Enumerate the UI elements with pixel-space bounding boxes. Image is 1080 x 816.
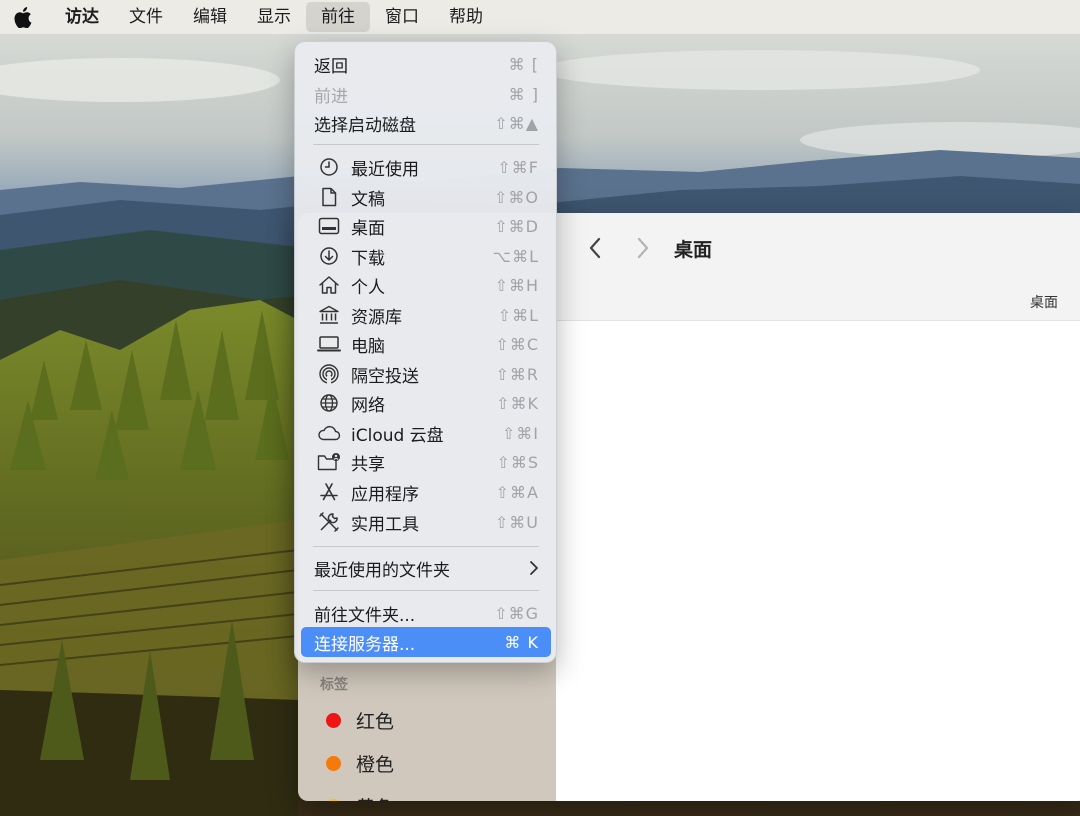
menu-separator [313, 144, 539, 145]
menu-item-startup-disk[interactable]: 选择启动磁盘 ⇧⌘▲ [301, 108, 551, 138]
menu-item-recents[interactable]: 最近使用 ⇧⌘F [301, 152, 551, 182]
tag-label: 橙色 [356, 754, 395, 776]
finder-content: 桌面 桌面 [556, 213, 1080, 801]
tag-label: 红色 [356, 711, 395, 733]
menu-item-forward: 前进 ⌘ ] [314, 84, 539, 107]
sidebar-tag-orange[interactable]: 橙色 [326, 750, 394, 777]
menu-file[interactable]: 文件 [114, 2, 178, 32]
menu-separator [313, 590, 539, 591]
menu-item-documents[interactable]: 文稿 ⇧⌘O [301, 182, 551, 212]
menu-go[interactable]: 前往 [306, 2, 370, 32]
path-bar-label: 桌面 [1030, 295, 1058, 311]
download-icon [317, 244, 341, 268]
tag-label: 黄色 [356, 793, 394, 801]
home-icon [317, 273, 341, 297]
tag-color-dot [326, 713, 341, 728]
airdrop-icon [317, 362, 341, 386]
chevron-right-icon [527, 559, 541, 577]
chevron-right-icon [637, 237, 649, 259]
menu-item-computer[interactable]: 电脑 ⇧⌘C [301, 329, 551, 359]
back-button[interactable] [580, 233, 610, 263]
menu-item-library[interactable]: 资源库 ⇧⌘L [301, 300, 551, 330]
tag-color-dot [326, 756, 341, 771]
menu-finder[interactable]: 访达 [50, 2, 114, 32]
menu-item-desktop[interactable]: 桌面 ⇧⌘D [301, 211, 551, 241]
tags-section-header: 标签 [320, 677, 348, 693]
menu-item-connect-to-server[interactable]: 连接服务器... ⌘ K [301, 627, 551, 657]
applications-icon [317, 480, 341, 504]
sidebar-tag-red[interactable]: 红色 [326, 707, 394, 734]
menu-item-airdrop[interactable]: 隔空投送 ⇧⌘R [301, 359, 551, 389]
menu-help[interactable]: 帮助 [434, 2, 498, 32]
menu-window[interactable]: 窗口 [370, 2, 434, 32]
menu-item-go-to-folder[interactable]: 前往文件夹... ⇧⌘G [301, 598, 551, 628]
menu-item-network[interactable]: 网络 ⇧⌘K [301, 388, 551, 418]
shared-folder-icon [317, 450, 341, 474]
network-icon [317, 391, 341, 415]
finder-toolbar: 桌面 桌面 [556, 213, 1080, 321]
menu-item-applications[interactable]: 应用程序 ⇧⌘A [301, 477, 551, 507]
chevron-left-icon [589, 237, 601, 259]
document-icon [317, 185, 341, 209]
window-title: 桌面 [674, 239, 713, 261]
menu-item-icloud[interactable]: iCloud 云盘 ⇧⌘I [301, 418, 551, 448]
forward-button[interactable] [628, 233, 658, 263]
menu-separator [313, 546, 539, 547]
library-icon [317, 303, 341, 327]
apple-menu-icon[interactable] [14, 6, 34, 28]
go-menu: 返回 ⌘ [ 前进 ⌘ ] 选择启动磁盘 ⇧⌘▲ 最近使用 ⇧⌘F 文稿 ⇧⌘O… [294, 41, 557, 663]
icloud-icon [317, 421, 341, 445]
menu-item-shared[interactable]: 共享 ⇧⌘S [301, 447, 551, 477]
menu-item-utilities[interactable]: 实用工具 ⇧⌘U [301, 507, 551, 537]
utilities-icon [317, 510, 341, 534]
menu-item-home[interactable]: 个人 ⇧⌘H [301, 270, 551, 300]
desktop-icon [317, 214, 341, 238]
menu-edit[interactable]: 编辑 [178, 2, 242, 32]
menu-item-back[interactable]: 返回 ⌘ [ [301, 49, 551, 79]
menu-view[interactable]: 显示 [242, 2, 306, 32]
sidebar-tag-yellow[interactable]: 黄色 [326, 793, 394, 801]
clock-icon [317, 155, 341, 179]
computer-icon [317, 332, 341, 356]
menu-bar: 访达 文件 编辑 显示 前往 窗口 帮助 [0, 0, 1080, 34]
menu-item-recent-folders[interactable]: 最近使用的文件夹 [301, 553, 551, 583]
menu-item-downloads[interactable]: 下载 ⌥⌘L [301, 241, 551, 271]
tag-color-dot [326, 799, 341, 801]
